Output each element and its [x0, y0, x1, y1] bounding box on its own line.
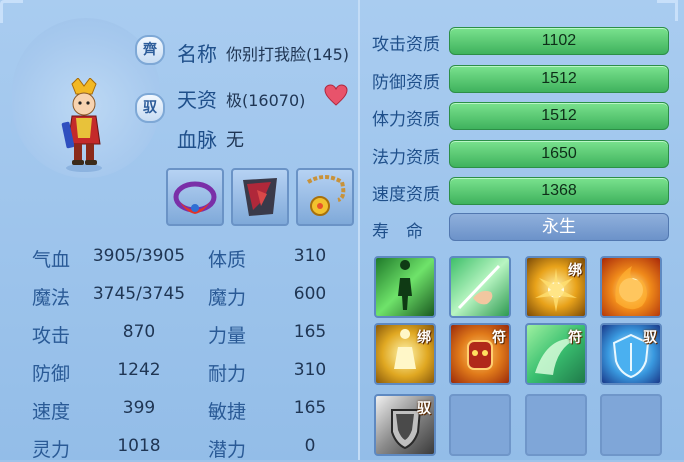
stat-label-secondary: 耐力: [208, 363, 247, 385]
aptitude-label: 法力资质: [372, 147, 440, 168]
figure-aura-icon: [398, 260, 412, 310]
skill-slot[interactable]: 驭: [374, 394, 436, 456]
aptitude-label: 防御资质: [372, 72, 440, 93]
equip-slot-armor[interactable]: [231, 168, 289, 226]
aptitude-bar: 1368: [449, 177, 669, 205]
aptitude-bar: 1512: [449, 102, 669, 130]
aptitude-value: 1512: [541, 107, 577, 124]
stat-value-secondary: 0: [304, 436, 316, 456]
equip-slot-bracelet[interactable]: [296, 168, 354, 226]
stat-value-secondary: 310: [293, 246, 327, 266]
skill-slot-empty[interactable]: [600, 394, 662, 456]
stat-label: 速度: [32, 401, 71, 423]
lifespan-label: 寿 命: [372, 222, 423, 242]
skill-slot[interactable]: [374, 256, 436, 318]
panel-corner-ornament-right: [657, 0, 678, 21]
stat-value-secondary: 310: [293, 360, 327, 380]
bloodline-value: 无: [226, 130, 244, 151]
stat-value-secondary: 165: [293, 322, 327, 342]
aptitude-label: 攻击资质: [372, 35, 440, 55]
aptitude-label: 体力资质: [372, 110, 440, 130]
lifespan-bar: 永生: [449, 213, 669, 241]
skill-tag: 驭: [417, 401, 431, 417]
skill-slot[interactable]: 符: [449, 323, 511, 385]
lifespan-value: 永生: [542, 217, 576, 237]
stat-value-secondary: 600: [293, 284, 327, 304]
skill-tag: 符: [568, 330, 582, 346]
armor-icon: [243, 178, 277, 216]
skill-slot[interactable]: 绑: [374, 323, 436, 385]
stat-label: 魔法: [32, 287, 71, 309]
stat-value: 870: [122, 322, 156, 342]
tame-badge[interactable]: 驭: [135, 93, 165, 123]
stat-label-secondary: 敏捷: [208, 401, 247, 423]
skill-tag: 符: [492, 330, 506, 346]
stat-value: 1018: [117, 436, 161, 456]
aptitude-bar: 1512: [449, 64, 669, 93]
skill-slot[interactable]: 符: [525, 323, 587, 385]
skill-tag: 绑: [417, 330, 431, 346]
aptitude-value: 1650: [541, 144, 577, 162]
stat-value: 1242: [117, 360, 161, 380]
stat-value: 3745/3745: [92, 284, 186, 304]
skill-slot[interactable]: 绑: [525, 256, 587, 318]
aptitude-value: 1512: [541, 69, 577, 87]
stat-value: 3905/3905: [92, 246, 186, 266]
panel-corner-ornament: [0, 0, 23, 23]
stat-label: 防御: [32, 363, 71, 385]
pet-character-sprite: [61, 78, 102, 172]
bloodline-label: 血脉: [177, 128, 217, 152]
equip-slot-collar[interactable]: [166, 168, 224, 226]
column-divider: [358, 0, 360, 460]
aptitude-value: 1368: [541, 182, 577, 199]
heart-icon[interactable]: [324, 84, 348, 106]
pet-attributes-panel: 齊 驭 名称 你别打我脸(145) 天资 极(16070) 血脉 无 气血 390…: [0, 0, 684, 461]
stat-label: 气血: [32, 249, 71, 271]
aptitude-value: 1102: [541, 32, 577, 49]
stat-label-secondary: 体质: [208, 249, 247, 271]
skill-tag: 驭: [643, 330, 657, 346]
amulet-icon: [306, 175, 346, 216]
skill-slot[interactable]: 驭: [600, 323, 662, 385]
stat-label: 灵力: [32, 439, 71, 461]
stat-label-secondary: 力量: [208, 325, 247, 347]
hand-slash-icon: [457, 264, 501, 310]
stat-label-secondary: 魔力: [208, 287, 247, 309]
skill-slot-empty[interactable]: [525, 394, 587, 456]
aptitude-grade-label: 天资: [177, 88, 217, 112]
aptitude-grade-value: 极(16070): [226, 91, 306, 110]
name-label: 名称: [177, 42, 217, 66]
aptitude-label: 速度资质: [372, 185, 440, 205]
stat-label-secondary: 潜力: [208, 439, 247, 461]
stat-value: 399: [122, 398, 156, 418]
skill-slot[interactable]: [449, 256, 511, 318]
aptitude-bar: 1650: [449, 139, 669, 168]
skill-tag: 绑: [568, 263, 582, 279]
stat-label: 攻击: [32, 325, 71, 347]
fireball-icon: [615, 266, 647, 310]
aptitude-bar: 1102: [449, 27, 669, 55]
collar-icon: [173, 181, 217, 214]
name-value: 你别打我脸(145): [226, 45, 350, 64]
skill-slot-empty[interactable]: [449, 394, 511, 456]
stat-value-secondary: 165: [293, 398, 327, 418]
sect-badge[interactable]: 齊: [135, 35, 165, 65]
skill-slot[interactable]: [600, 256, 662, 318]
